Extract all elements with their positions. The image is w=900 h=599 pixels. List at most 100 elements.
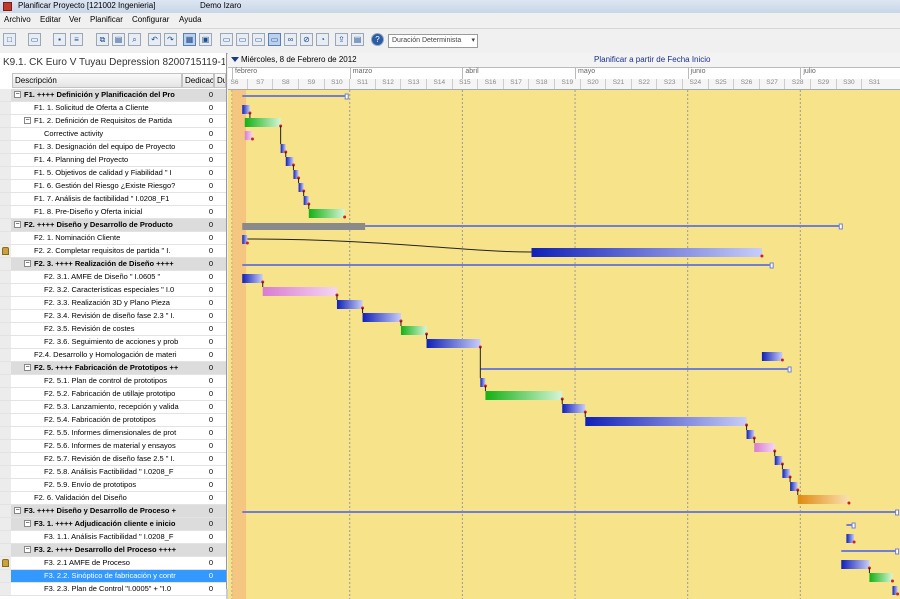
task-row[interactable]: F1. 5. Objetivos de calidad y Fiabilidad… — [0, 167, 226, 180]
collapse-toggle-icon[interactable]: − — [14, 221, 21, 228]
task-row[interactable]: F1. 4. Planning del Proyecto 0 — [0, 154, 226, 167]
gantt-view-icon[interactable]: ▦ — [183, 33, 196, 46]
row-gutter — [0, 193, 11, 205]
splitter[interactable] — [226, 589, 228, 599]
task-row[interactable]: − F1. 2. Definición de Requisitos de Part… — [0, 115, 226, 128]
task-row[interactable]: − F3. 2. ++++ Desarrollo del Proceso ++++… — [0, 544, 226, 557]
column-header-description[interactable]: Descripción — [12, 73, 182, 88]
task-row[interactable]: − F3. ++++ Diseño y Desarrollo de Proceso… — [0, 505, 226, 518]
collapse-toggle-icon[interactable]: − — [14, 507, 21, 514]
task-row[interactable]: F2. 5.4. Fabricación de prototipos 0 — [0, 414, 226, 427]
task-row[interactable]: F2. 1. Nominación Cliente 0 — [0, 232, 226, 245]
collapse-toggle-icon[interactable]: − — [24, 520, 31, 527]
menu-configurar[interactable]: Configurar — [132, 15, 169, 24]
open-icon[interactable]: ▭ — [28, 33, 41, 46]
properties-icon[interactable]: ≡ — [70, 33, 83, 46]
task-row[interactable]: F2. 5.5. Informes dimensionales de prot 0 — [0, 427, 226, 440]
task-row[interactable]: F2. 3.4. Revisión de diseño fase 2.3 " I… — [0, 310, 226, 323]
task-row[interactable]: F2. 5.6. Informes de material y ensayos 0 — [0, 440, 226, 453]
menu-ver[interactable]: Ver — [69, 15, 81, 24]
task-row[interactable]: − F2. 5. ++++ Fabricación de Prototipos +… — [0, 362, 226, 375]
task-name: F1. 2. Definición de Requisitos de Parti… — [34, 116, 172, 125]
layout-2-icon[interactable]: ▭ — [236, 33, 249, 46]
task-row[interactable]: F2. 2. Completar requisitos de partida "… — [0, 245, 226, 258]
row-gutter — [0, 362, 11, 374]
task-row[interactable]: F1. 7. Análisis de factibilidad " I.0208… — [0, 193, 226, 206]
task-row[interactable]: F3. 2.2. Sinóptico de fabricación y cont… — [0, 570, 226, 583]
task-row[interactable]: F1. 6. Gestión del Riesgo ¿Existe Riesgo… — [0, 180, 226, 193]
schedule-icon[interactable]: ◔ — [316, 33, 329, 46]
task-row[interactable]: F1. 8. Pre-Diseño y Oferta inicial 0 — [0, 206, 226, 219]
task-dedication: 0 — [208, 402, 213, 411]
collapse-toggle-icon[interactable]: − — [14, 91, 21, 98]
task-row[interactable]: F2. 5.8. Análisis Factibilidad " I.0208_… — [0, 466, 226, 479]
task-row[interactable]: F2. 5.2. Fabricación de utillaje prototi… — [0, 388, 226, 401]
task-name: F2. 3.1. AMFE de Diseño " I.0605 " — [44, 272, 161, 281]
task-name: F3. 2. ++++ Desarrollo del Proceso ++++ — [34, 545, 177, 554]
gantt-chart[interactable]: Miércoles, 8 de Febrero de 2012 Planific… — [228, 53, 900, 599]
task-name: F2. 5.6. Informes de material y ensayos — [44, 441, 176, 450]
project-title: K9.1. CK Euro V Tuyau Depression 8200715… — [3, 57, 225, 68]
help-icon[interactable]: ? — [371, 33, 384, 46]
duration-mode-select[interactable]: Duración Determinista ▾ — [388, 34, 478, 48]
column-header-dedication[interactable]: Dedicac — [182, 73, 214, 88]
menu-ayuda[interactable]: Ayuda — [179, 15, 202, 24]
export-icon[interactable]: ⇪ — [335, 33, 348, 46]
save-icon[interactable]: ▪ — [53, 33, 66, 46]
row-gutter — [0, 375, 11, 387]
task-row[interactable]: F2. 3.1. AMFE de Diseño " I.0605 " 0 — [0, 271, 226, 284]
task-row[interactable]: F2.4. Desarrollo y Homologación de mater… — [0, 349, 226, 362]
task-row[interactable]: F2. 5.9. Envío de prototipos 0 — [0, 479, 226, 492]
task-row[interactable]: − F2. ++++ Diseño y Desarrollo de Product… — [0, 219, 226, 232]
task-row[interactable]: F1. 3. Designación del equipo de Proyect… — [0, 141, 226, 154]
task-end-marker — [896, 592, 900, 596]
task-name: F2. 5.2. Fabricación de utillaje prototi… — [44, 389, 176, 398]
task-end-marker — [847, 501, 851, 505]
task-row[interactable]: − F1. ++++ Definición y Planificación del… — [0, 89, 226, 102]
task-row[interactable]: F3. 2.3. Plan de Control "I.0005" + "I.0… — [0, 583, 226, 596]
task-name: Corrective activity — [44, 129, 104, 138]
task-row[interactable]: F1. 1. Solicitud de Oferta a Cliente 0 — [0, 102, 226, 115]
task-end-marker — [343, 215, 347, 219]
menu-editar[interactable]: Editar — [40, 15, 61, 24]
task-row[interactable]: − F3. 1. ++++ Adjudicación cliente e inic… — [0, 518, 226, 531]
task-row[interactable]: F2. 5.7. Revisión de diseño fase 2.5 " I… — [0, 453, 226, 466]
column-header-duration[interactable]: Du — [214, 73, 226, 88]
link-icon[interactable]: ∞ — [284, 33, 297, 46]
menu-planificar[interactable]: Planificar — [90, 15, 123, 24]
task-row[interactable]: F2. 3.3. Realización 3D y Plano Pieza 0 — [0, 297, 226, 310]
task-row[interactable]: F3. 1.1. Análisis Factibilidad " I.0208_… — [0, 531, 226, 544]
new-icon[interactable]: □ — [3, 33, 16, 46]
task-row[interactable]: F2. 3.6. Seguimiento de acciones y prob 0 — [0, 336, 226, 349]
task-row[interactable]: F2. 3.5. Revisión de costes 0 — [0, 323, 226, 336]
calendar-icon[interactable]: ▣ — [199, 33, 212, 46]
task-end-marker — [760, 254, 764, 258]
task-bar — [336, 300, 363, 309]
layout-4-icon[interactable]: ▭ — [268, 33, 281, 46]
collapse-toggle-icon[interactable]: − — [24, 260, 31, 267]
task-row[interactable]: Corrective activity 0 — [0, 128, 226, 141]
redo-icon[interactable]: ↷ — [164, 33, 177, 46]
task-dedication: 0 — [208, 155, 213, 164]
copy-icon[interactable]: ⧉ — [96, 33, 109, 46]
task-row[interactable]: − F2. 3. ++++ Realización de Diseño ++++ 0 — [0, 258, 226, 271]
collapse-toggle-icon[interactable]: − — [24, 364, 31, 371]
task-row[interactable]: F2. 5.3. Lanzamiento, recepción y valida… — [0, 401, 226, 414]
row-gutter — [0, 440, 11, 452]
unlink-icon[interactable]: ⊘ — [300, 33, 313, 46]
report-icon[interactable]: ▤ — [351, 33, 364, 46]
collapse-toggle-icon[interactable]: − — [24, 546, 31, 553]
task-row[interactable]: F2. 5.1. Plan de control de prototipos 0 — [0, 375, 226, 388]
layout-1-icon[interactable]: ▭ — [220, 33, 233, 46]
row-gutter — [0, 128, 11, 140]
task-row[interactable]: F3. 2.1 AMFE de Proceso 0 — [0, 557, 226, 570]
task-row[interactable]: F2. 3.2. Características especiales " I.… — [0, 284, 226, 297]
undo-icon[interactable]: ↶ — [148, 33, 161, 46]
task-row[interactable]: F2. 6. Validación del Diseño 0 — [0, 492, 226, 505]
menu-archivo[interactable]: Archivo — [4, 15, 31, 24]
task-name: F2. 5.1. Plan de control de prototipos — [44, 376, 167, 385]
paste-icon[interactable]: ▤ — [112, 33, 125, 46]
collapse-toggle-icon[interactable]: − — [24, 117, 31, 124]
layout-3-icon[interactable]: ▭ — [252, 33, 265, 46]
search-icon[interactable]: ⌕ — [128, 33, 141, 46]
